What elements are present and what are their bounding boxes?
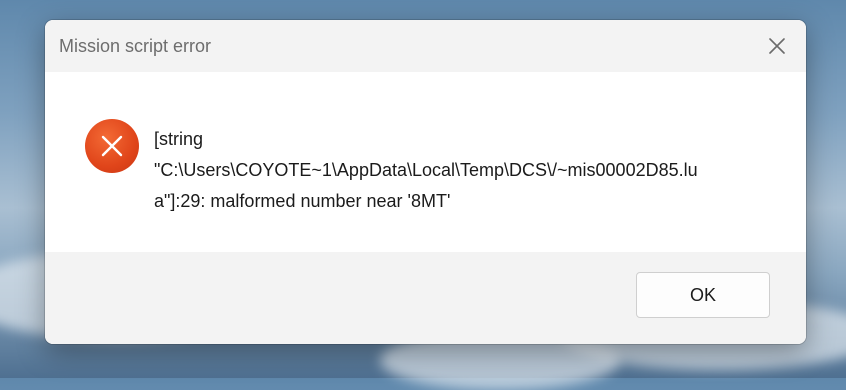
button-bar: OK <box>45 252 806 344</box>
close-button[interactable] <box>748 20 806 72</box>
error-dialog: Mission script error [string "C:\Users\C… <box>45 20 806 344</box>
dialog-title: Mission script error <box>59 36 212 56</box>
close-icon <box>769 38 785 54</box>
error-x-icon <box>85 119 139 173</box>
ok-button[interactable]: OK <box>636 272 770 318</box>
dialog-content: [string "C:\Users\COYOTE~1\AppData\Local… <box>45 72 806 252</box>
title-bar: Mission script error <box>45 20 806 72</box>
error-message: [string "C:\Users\COYOTE~1\AppData\Local… <box>154 129 698 211</box>
